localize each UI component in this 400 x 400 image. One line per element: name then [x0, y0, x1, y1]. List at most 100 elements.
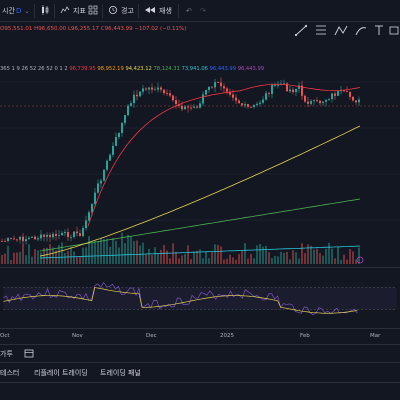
brush-tool-icon[interactable]: [355, 27, 367, 36]
chevron-down-icon[interactable]: ⌄: [24, 5, 30, 17]
volume-bar: [328, 242, 330, 264]
pattern-tool-icon[interactable]: [334, 25, 348, 36]
volume-bar: [25, 255, 27, 264]
ma-value: 78,124.31: [153, 66, 180, 72]
volume-bar: [292, 250, 294, 264]
volume-bar: [94, 240, 96, 264]
volume-bar: [160, 249, 162, 264]
candle-body: [103, 169, 105, 181]
fib-tool-icon[interactable]: [316, 25, 326, 35]
candle-body: [334, 93, 336, 96]
candle-body: [88, 212, 90, 221]
goto-button[interactable]: 가투: [0, 349, 13, 359]
volume-bar: [61, 242, 63, 264]
candle-body: [10, 238, 12, 239]
volume-bar: [118, 247, 120, 264]
candle-body: [112, 145, 114, 155]
candle-body: [76, 231, 78, 234]
indicators-icon[interactable]: [60, 5, 70, 17]
volume-bar: [349, 249, 351, 264]
candle-body: [142, 88, 144, 92]
volume-bar: [193, 251, 195, 264]
toolbar-divider: [138, 4, 139, 18]
candle-body: [136, 94, 138, 97]
candle-body: [139, 91, 141, 97]
tab-strategy-tester[interactable]: 테스터: [0, 368, 19, 378]
interval-label[interactable]: 시간: [2, 5, 15, 17]
candle-body: [73, 231, 75, 237]
replay-button[interactable]: 재생: [159, 5, 172, 17]
volume-bar: [145, 254, 147, 264]
candle-body: [172, 95, 174, 101]
alert-button[interactable]: 경고: [121, 5, 134, 17]
volume-bar: [154, 247, 156, 264]
ma-value: 96,443.99: [237, 66, 265, 72]
volume-bar: [247, 258, 249, 264]
volume-bar: [304, 253, 306, 264]
trendline-tool-icon[interactable]: [294, 24, 308, 37]
candle-body: [289, 89, 291, 92]
candle-body: [82, 228, 84, 236]
volume-bar: [178, 258, 180, 264]
candle-type-icon[interactable]: [40, 5, 50, 17]
candle-body: [310, 101, 312, 104]
volume-bar: [76, 257, 78, 264]
candle-body: [148, 87, 150, 90]
volume-bar: [232, 257, 234, 264]
candle-body: [247, 104, 249, 107]
volume-bar: [124, 242, 126, 264]
volume-bar: [202, 258, 204, 264]
candle-body: [223, 86, 225, 89]
volume-bar: [142, 242, 144, 264]
interval-value[interactable]: D: [16, 5, 21, 17]
candle-body: [91, 204, 93, 213]
candle-body: [235, 97, 237, 101]
candle-body: [94, 192, 96, 205]
volume-bar: [286, 251, 288, 264]
measure-tool-icon[interactable]: [389, 26, 399, 35]
tab-replay-trading[interactable]: 리플레이 트레이딩: [34, 368, 88, 378]
templates-icon[interactable]: [88, 5, 98, 17]
volume-bar: [133, 241, 135, 264]
volume-bar: [4, 253, 6, 264]
ma-lengths: 365 1 9 26 52 26 52 0 1 2: [0, 66, 68, 72]
tab-trading-panel[interactable]: 트레이딩 패널: [100, 368, 141, 378]
indicators-button[interactable]: 지표: [73, 5, 86, 17]
oscillator-pane[interactable]: [0, 267, 400, 327]
candle-body: [40, 234, 42, 239]
volume-bar: [205, 251, 207, 264]
volume-bar: [253, 258, 255, 264]
candle-body: [271, 85, 273, 94]
time-axis[interactable]: Oct Nov Dec 2025 Feb Mar: [0, 328, 400, 344]
ma-line-green: [39, 198, 361, 252]
calendar-icon[interactable]: [24, 348, 34, 360]
volume-bar: [106, 238, 108, 264]
candle-body: [346, 91, 348, 93]
volume-bar: [100, 237, 102, 264]
candle-body: [13, 238, 15, 240]
ma-value: 94,423.12: [125, 66, 152, 72]
replay-icon[interactable]: [144, 5, 156, 17]
toolbar-divider: [34, 4, 35, 18]
volume-bar: [235, 259, 237, 264]
candle-body: [331, 93, 333, 100]
volume-bar: [13, 252, 15, 264]
redo-icon[interactable]: ↷: [200, 5, 206, 17]
ma-value: 96,739.95: [69, 66, 96, 72]
ohlc-low: L96,255.17: [67, 26, 100, 32]
volume-bar: [223, 259, 225, 264]
volume-bar: [220, 246, 222, 264]
volume-bar: [85, 247, 87, 264]
text-tool-icon[interactable]: [375, 25, 383, 35]
alert-clock-icon[interactable]: [108, 5, 118, 17]
volume-bar: [196, 250, 198, 264]
candle-body: [355, 100, 357, 103]
volume-bar: [274, 255, 276, 264]
candle-body: [214, 82, 216, 88]
time-label: Feb: [300, 333, 310, 339]
undo-icon[interactable]: ↶: [186, 5, 192, 17]
candle-body: [160, 87, 162, 90]
volume-bar: [91, 242, 93, 264]
volume-bar: [313, 249, 315, 264]
footer: [0, 382, 400, 400]
